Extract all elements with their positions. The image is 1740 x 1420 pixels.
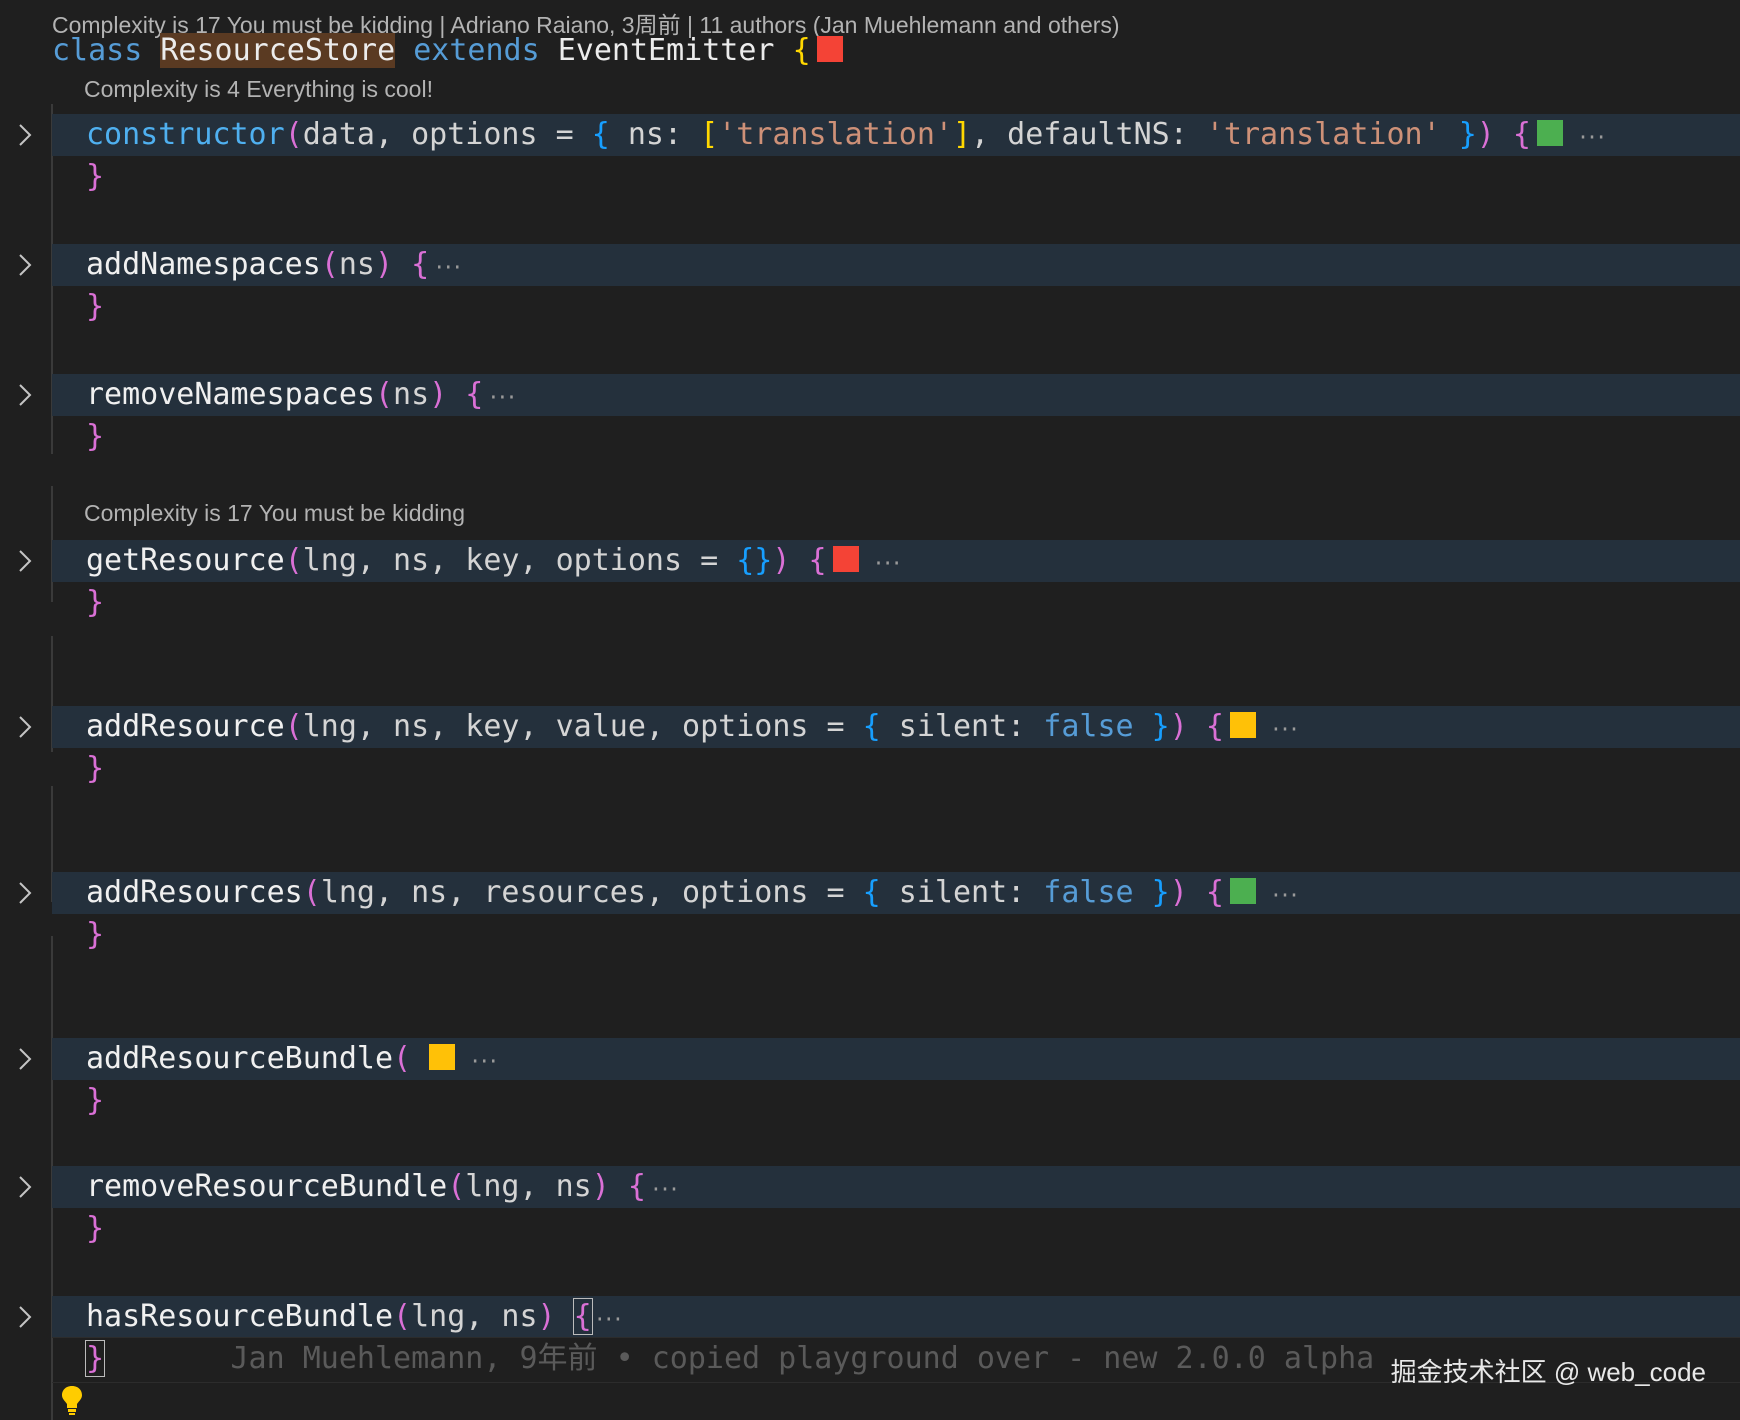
- keyword-class: class: [52, 33, 143, 68]
- folded-ellipsis[interactable]: ···: [650, 1177, 680, 1201]
- class-declaration-line: class ResourceStore extends EventEmitter…: [0, 30, 1740, 72]
- chevron-right-icon[interactable]: [14, 706, 36, 748]
- method-line-removeNamespaces: removeNamespaces(ns) {···: [52, 374, 1740, 416]
- git-blame-annotation: Jan Muehlemann, 9年前 • copied playground …: [230, 1341, 1375, 1376]
- method-line-addNamespaces: addNamespaces(ns) {···: [52, 244, 1740, 286]
- parent-class-name[interactable]: EventEmitter: [558, 33, 775, 68]
- keyword-extends: extends: [413, 33, 540, 68]
- matched-brace: }: [84, 1340, 106, 1377]
- closing-brace-line: }: [86, 289, 105, 324]
- method-name[interactable]: constructor: [86, 117, 285, 152]
- chevron-right-icon[interactable]: [14, 244, 36, 286]
- closing-brace-line: }: [86, 1083, 105, 1118]
- codelens-getResource[interactable]: Complexity is 17 You must be kidding: [84, 500, 465, 527]
- class-open-brace: {: [792, 33, 811, 68]
- lightbulb-icon[interactable]: [60, 1384, 84, 1420]
- class-name[interactable]: ResourceStore: [160, 33, 396, 68]
- folded-ellipsis[interactable]: ···: [1270, 883, 1300, 907]
- chevron-right-icon[interactable]: [14, 872, 36, 914]
- complexity-badge: [1229, 712, 1256, 738]
- complexity-badge: [1536, 120, 1563, 146]
- method-line-removeResourceBundle: removeResourceBundle(lng, ns) {···: [52, 1166, 1740, 1208]
- method-name[interactable]: addResources: [86, 875, 303, 910]
- method-line-addResourceBundle: addResourceBundle( ···: [52, 1038, 1740, 1080]
- chevron-right-icon[interactable]: [14, 1296, 36, 1338]
- closing-brace-line: }: [86, 419, 105, 454]
- folded-ellipsis[interactable]: ···: [1270, 717, 1300, 741]
- chevron-right-icon[interactable]: [14, 114, 36, 156]
- method-name[interactable]: hasResourceBundle: [86, 1299, 393, 1334]
- closing-brace-line: }: [86, 917, 105, 952]
- chevron-right-icon[interactable]: [14, 374, 36, 416]
- method-line-addResources: addResources(lng, ns, resources, options…: [52, 872, 1740, 914]
- folded-ellipsis[interactable]: ···: [1577, 125, 1607, 149]
- complexity-badge: [832, 546, 859, 572]
- folded-ellipsis[interactable]: ···: [433, 255, 463, 279]
- chevron-right-icon[interactable]: [14, 1166, 36, 1208]
- closing-brace-line: }: [86, 585, 105, 620]
- chevron-right-icon[interactable]: [14, 1038, 36, 1080]
- matched-brace: {: [572, 1298, 593, 1335]
- folded-ellipsis[interactable]: ···: [594, 1307, 624, 1331]
- folded-ellipsis[interactable]: ···: [873, 551, 903, 575]
- method-name[interactable]: addResourceBundle: [86, 1041, 393, 1076]
- method-line-constructor: constructor(data, options = { ns: ['tran…: [52, 114, 1740, 156]
- method-name[interactable]: addNamespaces: [86, 247, 321, 282]
- closing-brace-line: }: [86, 159, 105, 194]
- method-name[interactable]: removeResourceBundle: [86, 1169, 447, 1204]
- codelens-constructor[interactable]: Complexity is 4 Everything is cool!: [84, 76, 433, 103]
- complexity-badge: [429, 1044, 456, 1070]
- complexity-badge: [816, 36, 843, 62]
- method-name[interactable]: getResource: [86, 543, 285, 578]
- method-name[interactable]: addResource: [86, 709, 285, 744]
- chevron-right-icon[interactable]: [14, 540, 36, 582]
- folded-ellipsis[interactable]: ···: [469, 1049, 499, 1073]
- method-line-getResource: getResource(lng, ns, key, options = {}) …: [52, 540, 1740, 582]
- watermark: 掘金技术社区 @ web_code: [1390, 1357, 1706, 1387]
- complexity-badge: [1229, 878, 1256, 904]
- closing-brace-line: }: [86, 1211, 105, 1246]
- closing-brace-line: }: [86, 751, 105, 786]
- folded-ellipsis[interactable]: ···: [487, 385, 517, 409]
- method-line-hasResourceBundle: hasResourceBundle(lng, ns) {···: [52, 1296, 1740, 1338]
- method-name[interactable]: removeNamespaces: [86, 377, 375, 412]
- method-line-addResource: addResource(lng, ns, key, value, options…: [52, 706, 1740, 748]
